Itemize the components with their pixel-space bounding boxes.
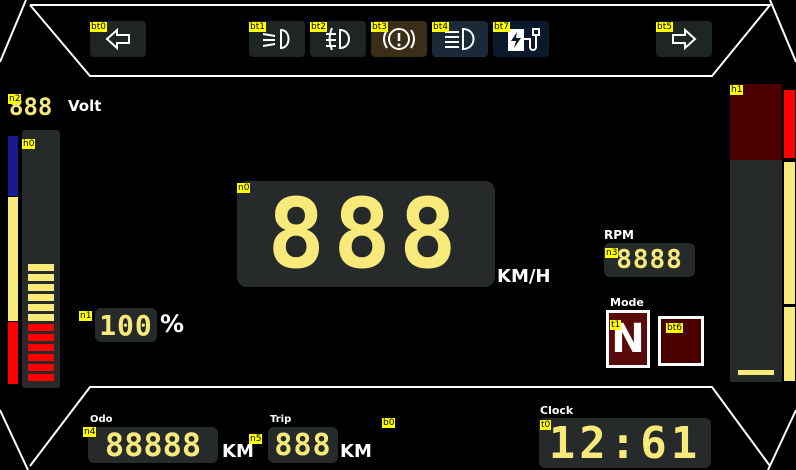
right-gauge-level-marker [738,370,774,375]
left-bar-gauge [22,130,60,388]
tag-bt0: bt0 [90,22,107,32]
gauge-cell [28,264,54,271]
tag-bt6: bt6 [666,323,683,333]
arrow-right-icon [672,28,697,50]
speed-unit: KM/H [497,266,551,287]
speed-value: 888 [267,178,465,290]
trip-value: 888 [274,427,332,463]
battery-percent-value: 100 [99,308,153,342]
tag-bt3: bt3 [371,22,388,32]
left-gauge-blue-segment [8,136,18,196]
tag-h1: h1 [730,85,744,95]
tag-n1: n1 [79,311,93,321]
right-bar-gauge [730,84,782,382]
battery-percent-display: 100 [95,308,157,342]
tag-n2: n2 [8,94,22,104]
tag-n5: n5 [249,434,263,444]
gauge-cell [28,284,54,291]
left-gauge-red-segment [8,322,18,384]
tag-n0: n0 [237,183,251,193]
odo-label: Odo [90,414,113,425]
battery-percent-unit: % [160,310,185,338]
voltage-unit: Volt [68,97,102,115]
right-gauge-red-top [730,84,782,160]
arrow-left-icon [105,28,130,50]
gauge-cell [28,374,54,381]
odo-value: 88888 [104,426,202,464]
trip-unit: KM [340,441,372,462]
odo-display: 88888 [88,426,218,464]
clock-value: 12:61 [548,417,702,469]
speed-display: 888 [237,178,495,290]
right-gauge-yellow-segment [784,162,795,304]
gear-indicator: N [606,310,650,368]
tag-bt2: bt2 [310,22,327,32]
tag-bt7: bt7 [493,22,510,32]
tag-t0: t0 [540,420,552,430]
tag-h0: h0 [22,139,36,149]
gauge-cell [28,314,54,321]
odo-unit: KM [222,441,254,462]
tag-bt4: bt4 [432,22,449,32]
clock-label: Clock [540,404,574,417]
gauge-cell [28,274,54,281]
gauge-cell [28,364,54,371]
gauge-cell [28,354,54,361]
tag-t1: t1 [610,320,622,330]
gauge-cell [28,334,54,341]
gauge-cell [28,344,54,351]
right-gauge-yellow-segment-low [784,307,795,381]
right-gauge-red-segment [784,90,795,158]
clock-display: 12:61 [539,417,711,469]
rpm-label: RPM [604,228,634,242]
gauge-cell [28,324,54,331]
gauge-cell [28,304,54,311]
rpm-value: 8888 [616,245,683,275]
left-gauge-yellow-segment [8,197,18,321]
tag-bt1: bt1 [249,22,266,32]
gauge-cell [28,294,54,301]
tag-b0: b0 [382,418,396,428]
mode-label: Mode [610,296,644,309]
tag-n4: n4 [83,427,97,437]
tag-bt5: bt5 [656,22,673,32]
trip-label: Trip [270,414,292,425]
tag-n3: n3 [605,248,619,258]
trip-display: 888 [268,427,338,463]
